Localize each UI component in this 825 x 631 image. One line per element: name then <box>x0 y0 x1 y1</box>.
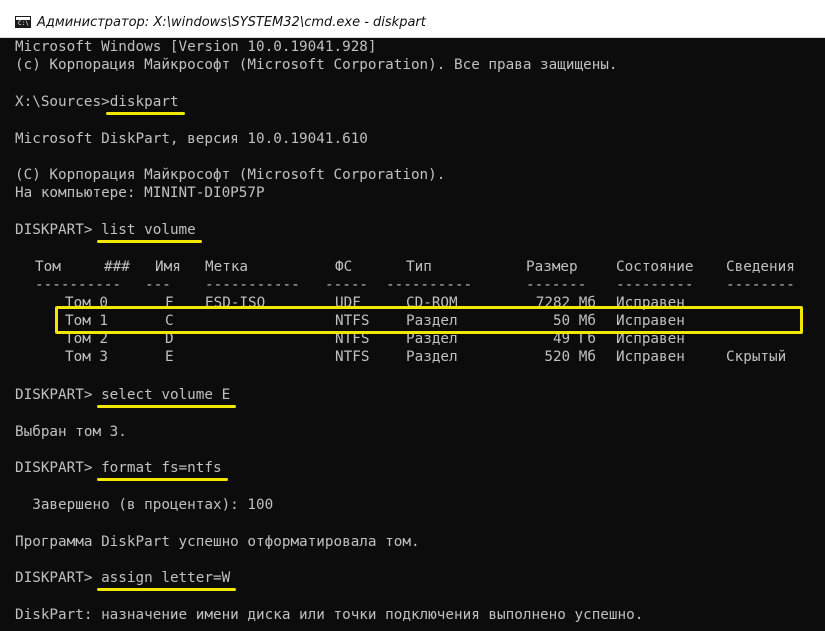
console-output[interactable]: Microsoft Windows [Version 10.0.19041.92… <box>0 38 825 631</box>
table-header-row: Том ### Имя Метка ФС Тип Размер Состояни… <box>0 258 825 276</box>
info-cell: Скрытый <box>726 349 787 365</box>
size-cell: 520 Мб <box>544 349 596 365</box>
console-line: DiskPart: назначение имени диска или точ… <box>15 607 644 623</box>
prompt-line: DISKPART> format fs=ntfs <box>15 459 228 481</box>
status-cell: Исправен <box>616 349 685 365</box>
separator: ---------- <box>386 277 473 293</box>
command-select-volume: select volume E <box>97 387 237 408</box>
command-assign-letter: assign letter=W <box>97 570 237 591</box>
command-diskpart: diskpart <box>105 94 185 115</box>
separator: ----- <box>325 277 369 293</box>
column-header: Сведения <box>726 259 795 275</box>
cmd-icon: C:\ <box>15 16 31 28</box>
command-list-volume: list volume <box>97 222 202 243</box>
separator: ------- <box>526 277 587 293</box>
volume-3-highlight-box <box>55 306 803 334</box>
column-header: Состояние <box>616 259 694 275</box>
console-line: Завершено (в процентах): 100 <box>15 497 274 513</box>
prompt: DISKPART> <box>15 460 102 476</box>
letter-cell: E <box>165 349 174 365</box>
console-line: На компьютере: MININT-DI0P57P <box>15 185 265 201</box>
prompt-line: X:\Sources>diskpart <box>15 93 185 115</box>
prompt-line: DISKPART> list volume <box>15 221 202 243</box>
column-header: ### <box>104 259 130 275</box>
prompt: X:\Sources> <box>15 94 110 110</box>
separator: -------- <box>726 277 795 293</box>
separator: ---------- <box>35 277 122 293</box>
separator: ----------- <box>205 277 300 293</box>
console-line: Microsoft DiskPart, версия 10.0.19041.61… <box>15 131 368 147</box>
prompt-line: DISKPART> assign letter=W <box>15 569 237 591</box>
window-titlebar[interactable]: C:\ Администратор: X:\windows\SYSTEM32\c… <box>0 0 825 38</box>
table-separator-row: ---------- --- ----------- ----- -------… <box>0 276 825 294</box>
column-header: ФС <box>335 259 353 275</box>
console-line: Программа DiskPart успешно отформатирова… <box>15 534 420 550</box>
prompt-line: DISKPART> select volume E <box>15 386 237 408</box>
volume-cell: Том 3 <box>65 349 109 365</box>
column-header: Имя <box>155 259 181 275</box>
console-line: Выбран том 3. <box>15 424 127 440</box>
separator: --- <box>145 277 171 293</box>
table-row-highlighted: Том 3 E NTFS Раздел 520 Мб Исправен Скры… <box>0 348 825 366</box>
separator: --------- <box>616 277 694 293</box>
command-format: format fs=ntfs <box>97 460 228 481</box>
column-header: Тип <box>406 259 432 275</box>
console-line: Microsoft Windows [Version 10.0.19041.92… <box>15 39 377 55</box>
console-line: (C) Корпорация Майкрософт (Microsoft Cor… <box>15 167 446 183</box>
prompt: DISKPART> <box>15 222 102 238</box>
prompt: DISKPART> <box>15 570 102 586</box>
type-cell: Раздел <box>406 349 458 365</box>
column-header: Том <box>35 259 61 275</box>
window-title: Администратор: X:\windows\SYSTEM32\cmd.e… <box>37 15 426 30</box>
console-line: (c) Корпорация Майкрософт (Microsoft Cor… <box>15 57 618 73</box>
column-header: Метка <box>205 259 249 275</box>
fs-cell: NTFS <box>335 349 370 365</box>
prompt: DISKPART> <box>15 387 102 403</box>
column-header: Размер <box>526 259 578 275</box>
